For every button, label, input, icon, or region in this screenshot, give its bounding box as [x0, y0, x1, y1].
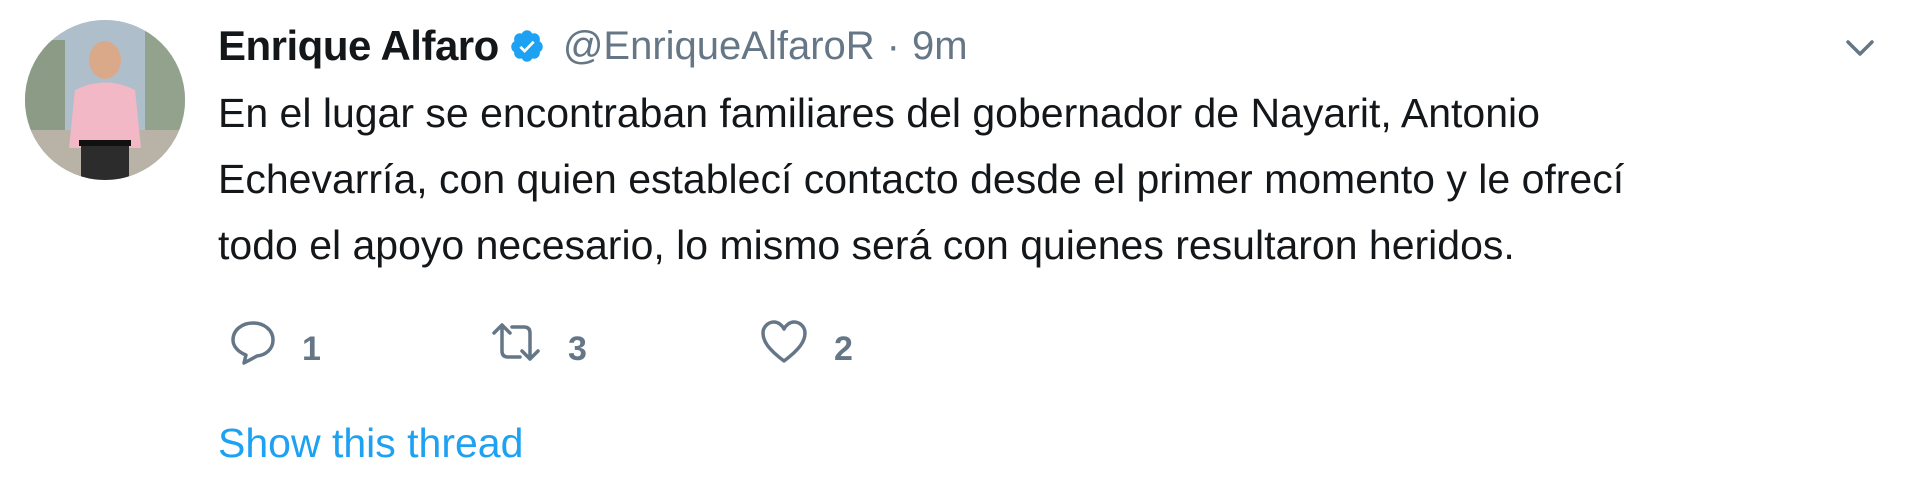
like-count: 2 — [834, 329, 853, 368]
avatar[interactable] — [25, 20, 185, 180]
tweet-timestamp[interactable]: 9m — [912, 24, 968, 69]
tweet-text-line: En el lugar se encontraban familiares de… — [218, 90, 1540, 136]
chevron-down-icon[interactable] — [1840, 28, 1880, 68]
like-button[interactable]: 2 — [758, 312, 853, 372]
retweet-icon — [488, 317, 544, 367]
tweet-actions: 1 3 2 — [228, 312, 1128, 372]
heart-icon — [758, 317, 810, 367]
author-handle[interactable]: @EnriqueAlfaroR — [563, 24, 875, 69]
tweet-header: Enrique Alfaro @EnriqueAlfaroR · 9m — [218, 16, 968, 76]
tweet-text: En el lugar se encontraban familiares de… — [218, 80, 1858, 278]
verified-badge-icon — [509, 28, 545, 64]
reply-button[interactable]: 1 — [228, 312, 321, 372]
retweet-button[interactable]: 3 — [488, 312, 587, 372]
reply-icon — [228, 317, 278, 367]
author-name[interactable]: Enrique Alfaro — [218, 22, 499, 70]
reply-count: 1 — [302, 329, 321, 368]
tweet-text-line: Echevarría, con quien establecí contacto… — [218, 156, 1625, 202]
separator-dot: · — [886, 23, 900, 68]
retweet-count: 3 — [568, 329, 587, 368]
tweet-card[interactable]: Enrique Alfaro @EnriqueAlfaroR · 9m En e… — [0, 0, 1920, 501]
tweet-text-line: todo el apoyo necesario, lo mismo será c… — [218, 222, 1515, 268]
show-thread-link[interactable]: Show this thread — [218, 420, 523, 467]
